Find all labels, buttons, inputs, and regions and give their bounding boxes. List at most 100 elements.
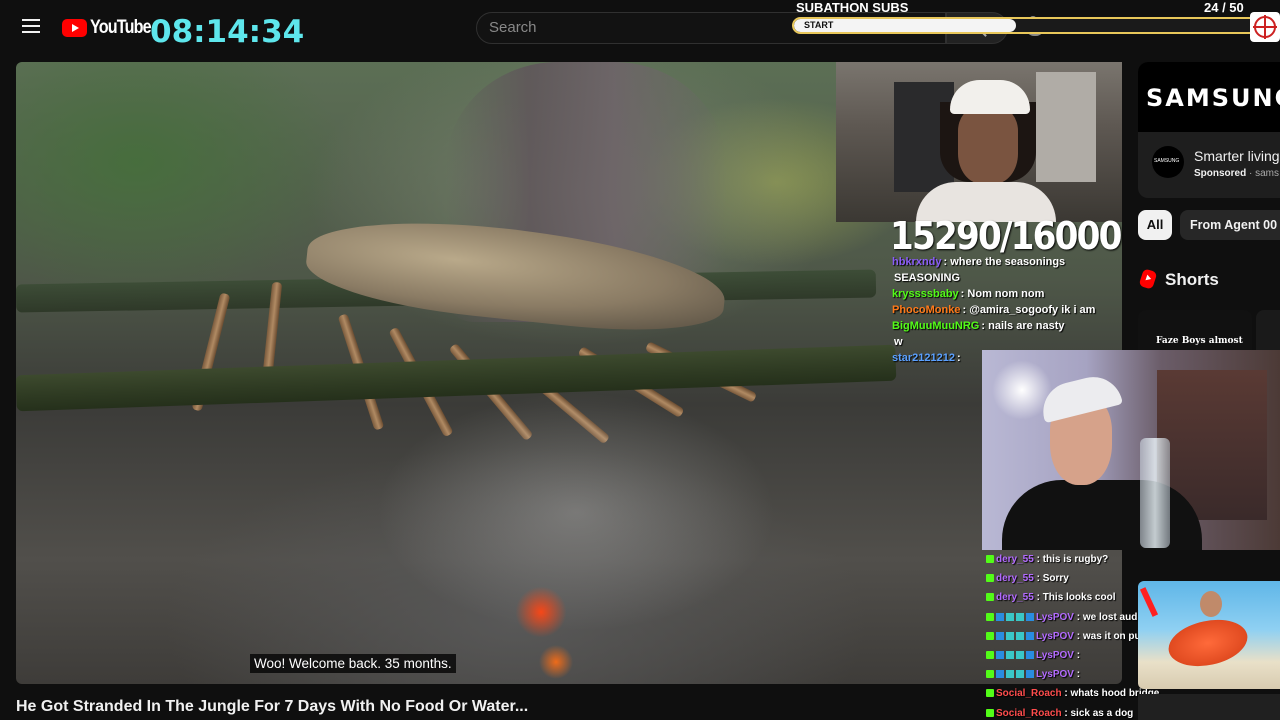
kick-badge-icon	[986, 651, 994, 660]
chat-username[interactable]: star2121212	[892, 352, 955, 364]
chat-message: SEASONING	[892, 270, 1122, 286]
chat-badge-icon	[996, 651, 1004, 660]
chat-username[interactable]: Social_Roach	[996, 688, 1062, 699]
chat-badge-icon	[1016, 612, 1024, 621]
chat-username[interactable]: dery_55	[996, 592, 1034, 603]
chat-badge-icon	[1006, 612, 1014, 621]
chat-message: LysPOV : was it on purpose	[986, 627, 1168, 646]
youtube-logo[interactable]: YouTube	[62, 17, 161, 39]
ad-banner: SAMSUNG	[1138, 62, 1280, 132]
chat-badge-icon	[1026, 612, 1034, 621]
chat-message: BigMuuMuuNRG: nails are nasty	[892, 320, 1065, 332]
chat-badge-icon	[996, 670, 1004, 679]
chat-text: SEASONING	[894, 272, 961, 284]
short-thumbnail[interactable]	[1256, 310, 1280, 350]
chat-badge-icon	[996, 631, 1004, 640]
chat-text: @amira_sogoofy ik i am	[969, 304, 1096, 316]
chat-text: Sorry	[1042, 573, 1069, 585]
subathon-start-label: START	[804, 20, 834, 30]
red-arrow-icon	[1139, 587, 1159, 617]
video-title: He Got Stranded In The Jungle For 7 Days…	[16, 698, 529, 715]
ad-sponsored-label: Sponsored · sams	[1194, 168, 1280, 179]
kick-badge-icon	[986, 670, 994, 679]
short-title: Faze Boys almost	[1156, 336, 1243, 346]
chat-username[interactable]: kryssssbaby	[892, 288, 959, 300]
chat-message: Social_Roach : sick as a dog	[986, 704, 1136, 720]
kick-badge-icon	[986, 555, 994, 563]
sponsored-ad[interactable]: SAMSUNG Smarter living Sponsored · sams	[1138, 62, 1280, 198]
chat-username[interactable]: dery_55	[996, 573, 1034, 584]
chat-text: Nom nom nom	[967, 288, 1045, 300]
chat-username[interactable]: LysPOV	[1036, 650, 1074, 661]
logo-text: YouTube	[90, 17, 152, 38]
chat-message: LysPOV :	[986, 646, 1136, 665]
subathon-count: 24 / 50	[1204, 0, 1244, 15]
ad-brand: SAMSUNG	[1146, 84, 1280, 112]
streamer-webcam	[836, 62, 1122, 222]
top-bar: YouTube 08:14:34 Search SUBATHON SUBS ST…	[0, 0, 1280, 56]
chip-from-channel[interactable]: From Agent 00 E	[1180, 210, 1280, 240]
sub-goal-counter: 15290/16000	[890, 214, 1122, 258]
chip-all[interactable]: All	[1138, 210, 1172, 240]
ad-title: Smarter living	[1194, 148, 1280, 164]
chat-message: w	[892, 334, 1122, 350]
kick-badge-icon	[986, 708, 994, 717]
chat-username[interactable]: Social_Roach	[996, 708, 1062, 719]
chat-badge-icon	[1026, 651, 1034, 660]
chat-badge-icon	[996, 612, 1004, 621]
chat-text: w	[894, 336, 903, 348]
fire-ember	[511, 582, 571, 642]
smoke	[376, 392, 776, 632]
chat-username[interactable]: PhocoMonke	[892, 304, 960, 316]
chat-message: hbkrxndy: where the seasonings	[892, 256, 1066, 268]
guest-webcam	[982, 350, 1280, 550]
chat-message: kryssssbaby: Nom nom nom	[892, 288, 1045, 300]
chat-message: dery_55 : this is rugby?	[986, 550, 1136, 569]
chat-badge-icon	[1026, 631, 1034, 640]
chat-message: dery_55 : Sorry	[986, 569, 1136, 588]
chat-text: we lost audio	[1082, 611, 1147, 623]
chat-text: this is rugby?	[1042, 554, 1109, 565]
chat-message: Social_Roach : whats hood bridge	[986, 684, 1159, 703]
shorts-icon	[1138, 268, 1158, 290]
ad-channel-avatar	[1152, 146, 1184, 178]
chat-message: PhocoMonke: @amira_sogoofy ik i am	[892, 304, 1096, 316]
kick-badge-icon	[986, 631, 994, 640]
shorts-heading: Shorts	[1165, 270, 1219, 289]
chat-message: LysPOV : we lost audio	[986, 608, 1146, 627]
chat-badge-icon	[1006, 670, 1014, 679]
chat-username[interactable]: BigMuuMuuNRG	[892, 320, 979, 332]
chat-username[interactable]: LysPOV	[1036, 612, 1074, 623]
next-item-thumbnail[interactable]	[1138, 694, 1280, 720]
chat-text: nails are nasty	[988, 320, 1065, 332]
chat-text: where the seasonings	[950, 256, 1066, 268]
short-thumbnail[interactable]: Faze Boys almost	[1138, 310, 1252, 350]
kick-badge-icon	[986, 593, 994, 602]
chat-message: LysPOV :	[986, 665, 1136, 684]
chat-badge-icon	[1016, 631, 1024, 640]
short-thumbnail[interactable]	[1138, 581, 1280, 689]
hamburger-menu-icon[interactable]	[22, 19, 40, 33]
chat-badge-icon	[1006, 651, 1014, 660]
chat-text: sick as a dog	[1070, 707, 1134, 719]
clock-overlay: 08:14:34	[150, 14, 305, 50]
youtube-play-icon	[62, 19, 87, 37]
kick-badge-icon	[986, 689, 994, 698]
crosshair-line	[1253, 26, 1277, 28]
video-caption: Woo! Welcome back. 35 months.	[250, 654, 456, 673]
chat-username[interactable]: dery_55	[996, 554, 1034, 565]
chat-text: This looks cool	[1042, 592, 1116, 604]
kick-badge-icon	[986, 574, 994, 583]
chat-username[interactable]: hbkrxndy	[892, 256, 942, 268]
chat-badge-icon	[1016, 651, 1024, 660]
chat-username[interactable]: LysPOV	[1036, 631, 1074, 642]
subathon-title: SUBATHON SUBS	[796, 0, 909, 15]
page: YouTube 08:14:34 Search SUBATHON SUBS ST…	[0, 0, 1280, 720]
side-chat: dery_55 : this is rugby? dery_55 : Sorry d…	[986, 550, 1168, 720]
subathon-progress-bar: START	[792, 17, 1258, 34]
kick-badge-icon	[986, 612, 994, 621]
chat-badge-icon	[1016, 670, 1024, 679]
chat-message: dery_55 : This looks cool	[986, 588, 1136, 607]
chat-badge-icon	[1026, 670, 1034, 679]
chat-username[interactable]: LysPOV	[1036, 669, 1074, 680]
